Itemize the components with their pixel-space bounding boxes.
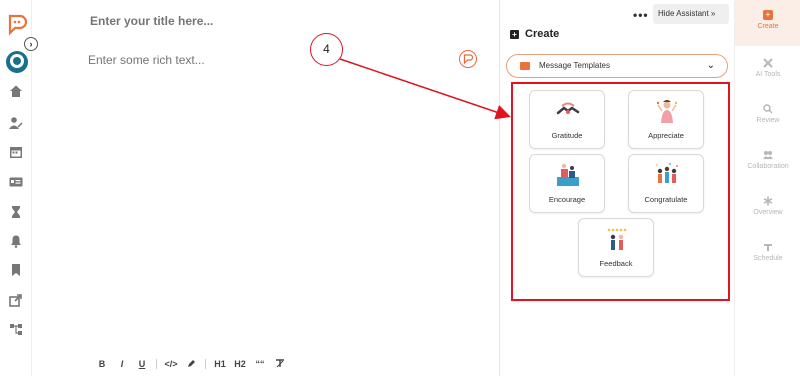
highlight-pen-icon[interactable] <box>181 359 201 370</box>
heading-2-button[interactable]: H2 <box>230 359 250 369</box>
dropdown-selected-value: Message Templates <box>539 61 610 70</box>
formatting-toolbar: B I U </> H1 H2 ““ <box>92 357 290 371</box>
avatar[interactable] <box>6 51 28 73</box>
plus-icon: + <box>763 10 773 20</box>
tab-label: Create <box>757 23 779 30</box>
tab-label: Schedule <box>753 255 783 262</box>
code-button[interactable]: </> <box>161 359 181 369</box>
template-label: Gratitude <box>551 131 583 140</box>
annotation-step-badge: 4 <box>310 33 343 66</box>
hide-assistant-button[interactable]: Hide Assistant » <box>653 4 729 24</box>
tools-icon <box>763 58 773 68</box>
template-label: Appreciate <box>648 131 684 140</box>
bold-button[interactable]: B <box>92 359 112 369</box>
handshake-icon <box>555 99 581 123</box>
template-card-congratulate[interactable]: Congratulate <box>628 154 704 213</box>
editor-area: B I U </> H1 H2 ““ <box>32 0 500 376</box>
template-label: Encourage <box>548 195 586 204</box>
schedule-icon <box>764 244 772 251</box>
create-title: Create <box>525 28 560 40</box>
sitemap-icon[interactable] <box>9 322 23 336</box>
share-icon[interactable] <box>9 293 23 307</box>
tab-label: Collaboration <box>747 163 789 170</box>
tab-label: Overview <box>753 209 783 216</box>
calendar-icon[interactable] <box>9 145 23 159</box>
tab-create[interactable]: + Create <box>735 0 800 46</box>
bell-icon[interactable] <box>9 234 23 248</box>
left-nav-rail: › <box>0 0 38 376</box>
quote-button[interactable]: ““ <box>250 359 270 369</box>
template-card-appreciate[interactable]: Appreciate <box>628 90 704 149</box>
tab-review[interactable]: Review <box>735 94 800 140</box>
hourglass-icon[interactable] <box>9 205 23 219</box>
template-label: Congratulate <box>644 195 688 204</box>
template-label: Feedback <box>599 259 633 268</box>
rich-text-input[interactable] <box>88 53 408 67</box>
tab-overview[interactable]: Overview <box>735 186 800 232</box>
tab-label: Review <box>756 117 780 124</box>
clear-format-icon[interactable] <box>270 358 290 370</box>
rating-stars-icon <box>604 227 630 251</box>
right-tool-rail: + Create AI Tools Review Collaboration O… <box>734 0 800 376</box>
cheering-person-icon <box>654 99 680 123</box>
create-heading: + Create <box>510 28 559 40</box>
template-card-gratitude[interactable]: Gratitude <box>529 90 605 149</box>
plus-icon: + <box>510 29 519 39</box>
people-icon <box>763 151 773 159</box>
tab-collaboration[interactable]: Collaboration <box>735 140 800 186</box>
template-card-feedback[interactable]: Feedback <box>578 218 654 277</box>
team-blocks-icon <box>555 163 581 187</box>
more-options-button[interactable]: ••• <box>633 8 649 22</box>
search-icon <box>763 104 773 114</box>
chevron-down-icon: ⌄ <box>706 60 715 71</box>
message-templates-dropdown[interactable]: Message Templates ⌄ <box>506 54 728 78</box>
home-icon[interactable] <box>9 84 23 98</box>
user-edit-icon[interactable] <box>9 116 23 130</box>
underline-button[interactable]: U <box>132 359 152 369</box>
title-input[interactable] <box>90 14 390 28</box>
heading-1-button[interactable]: H1 <box>210 359 230 369</box>
assistant-chat-icon[interactable] <box>459 50 477 68</box>
template-card-encourage[interactable]: Encourage <box>529 154 605 213</box>
tab-schedule[interactable]: Schedule <box>735 232 800 278</box>
toolbar-divider <box>205 359 206 369</box>
celebrating-group-icon <box>654 163 680 187</box>
toolbar-divider <box>156 359 157 369</box>
italic-button[interactable]: I <box>112 359 132 369</box>
mail-icon <box>520 62 530 70</box>
id-card-icon[interactable] <box>9 175 23 189</box>
bookmark-icon[interactable] <box>9 263 23 277</box>
tab-ai-tools[interactable]: AI Tools <box>735 48 800 94</box>
app-logo-icon[interactable] <box>7 14 28 36</box>
tab-label: AI Tools <box>755 71 781 78</box>
asterisk-icon <box>763 196 773 206</box>
